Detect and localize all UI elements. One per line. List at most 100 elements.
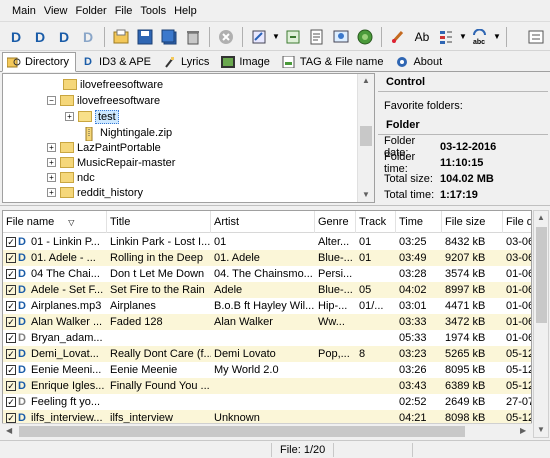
table-row[interactable]: ✓ D 04 The Chai... Don t Let Me Down 04. The… <box>3 266 531 282</box>
row-checkbox[interactable]: ✓ <box>6 269 16 279</box>
tree-item[interactable]: + ndc <box>47 170 95 185</box>
table-row[interactable]: ✓ D 01 - Linkin P... Linkin Park - Lost I..… <box>3 234 531 250</box>
tab-tag-file-name[interactable]: TAG & File name <box>277 53 391 71</box>
toolbar-separator <box>209 26 210 47</box>
panel-splitter[interactable] <box>0 205 550 209</box>
scroll-down-icon[interactable]: ▼ <box>537 425 545 434</box>
tab-about[interactable]: About <box>390 53 449 71</box>
column-header-file-name[interactable]: File name ▽ <box>3 211 107 233</box>
expand-icon[interactable]: + <box>47 173 56 182</box>
row-checkbox[interactable]: ✓ <box>6 381 16 391</box>
tab-id3-ape[interactable]: D ID3 & APE <box>76 53 158 71</box>
tree-item[interactable]: + MusicRepair-master <box>47 155 175 170</box>
menu-file[interactable]: File <box>111 5 137 17</box>
tab-directory[interactable]: Directory <box>2 52 77 72</box>
column-header-artist[interactable]: Artist <box>211 211 315 233</box>
row-checkbox[interactable]: ✓ <box>6 397 16 407</box>
favorite-folders-row[interactable]: Favorite folders: <box>378 98 548 114</box>
save-all-icon[interactable] <box>158 26 180 48</box>
column-header-track[interactable]: Track <box>356 211 396 233</box>
tree-item[interactable]: Nightingale.zip <box>83 125 172 141</box>
tab-lyrics[interactable]: Lyrics <box>158 53 216 71</box>
menu-folder[interactable]: Folder <box>72 5 111 17</box>
d-tag-outline-icon[interactable]: D <box>29 26 51 48</box>
column-header-file-size[interactable]: File size <box>442 211 503 233</box>
tree-item[interactable]: ilovefreesoftware <box>63 77 163 92</box>
menu-view[interactable]: View <box>40 5 72 17</box>
table-row[interactable]: ✓ D Adele - Set F... Set Fire to the Rain Ad… <box>3 282 531 298</box>
settings-icon[interactable] <box>525 26 547 48</box>
case-icon[interactable]: Ab <box>411 26 433 48</box>
menu-main[interactable]: Main <box>8 5 40 17</box>
row-checkbox[interactable]: ✓ <box>6 365 16 375</box>
row-checkbox[interactable]: ✓ <box>6 237 16 247</box>
row-checkbox[interactable]: ✓ <box>6 333 16 343</box>
column-header-title[interactable]: Title <box>107 211 211 233</box>
tree-item-selected[interactable]: + test <box>65 109 119 124</box>
column-header-time[interactable]: Time <box>396 211 442 233</box>
tag-edit-icon[interactable] <box>248 26 270 48</box>
column-header-genre[interactable]: Genre <box>315 211 356 233</box>
save-icon[interactable] <box>134 26 156 48</box>
table-row[interactable]: ✓ D Enrique Igles... Finally Found You ... 0… <box>3 378 531 394</box>
menu-help[interactable]: Help <box>170 5 201 17</box>
tree-scrollbar[interactable]: ▲ ▼ <box>357 74 374 202</box>
row-checkbox[interactable]: ✓ <box>6 349 16 359</box>
row-checkbox[interactable]: ✓ <box>6 317 16 327</box>
brush-icon[interactable] <box>387 26 409 48</box>
chevron-down-icon[interactable]: ▼ <box>271 32 281 41</box>
expand-icon[interactable]: + <box>47 158 56 167</box>
delete-icon[interactable] <box>182 26 204 48</box>
scroll-thumb[interactable] <box>19 426 465 437</box>
scroll-up-icon[interactable]: ▲ <box>362 76 370 85</box>
convert-case-icon[interactable]: abc <box>469 26 491 48</box>
file-list[interactable]: File name ▽ Title Artist Genre Track Time… <box>2 210 532 438</box>
collapse-icon[interactable]: − <box>47 96 56 105</box>
scroll-up-icon[interactable]: ▲ <box>537 213 545 222</box>
expand-icon[interactable]: + <box>47 188 56 197</box>
table-row[interactable]: ✓ D Airplanes.mp3 Airplanes B.o.B ft Hayley … <box>3 298 531 314</box>
table-row[interactable]: ✓D Feeling ft yo... 02:52 2649 kB 27-07- <box>3 394 531 410</box>
scroll-left-icon[interactable]: ◀ <box>6 426 12 435</box>
row-checkbox[interactable]: ✓ <box>6 253 16 263</box>
menu-tools[interactable]: Tools <box>136 5 170 17</box>
chevron-down-icon[interactable]: ▼ <box>492 32 502 41</box>
d-tag-icon[interactable]: D <box>5 26 27 48</box>
stop-icon[interactable] <box>215 26 237 48</box>
expand-icon[interactable]: + <box>65 112 74 121</box>
web-icon[interactable] <box>330 26 352 48</box>
export-icon[interactable] <box>282 26 304 48</box>
table-cell: Set Fire to the Rain <box>107 282 211 298</box>
row-checkbox[interactable]: ✓ <box>6 285 16 295</box>
file-list-vertical-scrollbar[interactable]: ▲ ▼ <box>533 210 549 438</box>
table-row[interactable]: ✓ D Eenie Meeni... Eenie Meenie My World 2.0… <box>3 362 531 378</box>
column-header-file-date[interactable]: File da <box>503 211 531 233</box>
toolbar-separator <box>104 26 105 47</box>
open-icon[interactable] <box>110 26 132 48</box>
numbering-icon[interactable] <box>435 26 457 48</box>
tree-item[interactable]: + LazPaintPortable <box>47 140 161 155</box>
text-file-icon[interactable] <box>306 26 328 48</box>
expand-icon[interactable]: + <box>47 143 56 152</box>
globe-icon[interactable] <box>354 26 376 48</box>
row-checkbox[interactable]: ✓ <box>6 301 16 311</box>
table-row[interactable]: ✓ D Demi_Lovat... Really Dont Care (f... Dem… <box>3 346 531 362</box>
chevron-down-icon[interactable]: ▼ <box>458 32 468 41</box>
tree-item[interactable]: + reddit_history <box>47 185 143 200</box>
scroll-down-icon[interactable]: ▼ <box>362 190 370 199</box>
folder-tree[interactable]: ilovefreesoftware − ilovefreesoftware + … <box>2 73 375 203</box>
file-list-horizontal-scrollbar[interactable]: ◀ ▶ <box>2 423 532 438</box>
d-tag-disabled-icon[interactable]: D <box>77 26 99 48</box>
table-cell: 5265 kB <box>442 346 503 362</box>
d-tag-filled-icon[interactable]: D <box>53 26 75 48</box>
table-row[interactable]: ✓ D 01. Adele - ... Rolling in the Deep 01. … <box>3 250 531 266</box>
table-row[interactable]: ✓D Bryan_adam... 05:33 1974 kB 01-06- <box>3 330 531 346</box>
scroll-thumb[interactable] <box>536 227 547 323</box>
scroll-right-icon[interactable]: ▶ <box>520 426 526 435</box>
table-row[interactable]: ✓ D Alan Walker ... Faded 128 Alan Walker Ww.… <box>3 314 531 330</box>
row-checkbox[interactable]: ✓ <box>6 413 16 423</box>
tree-item[interactable]: − ilovefreesoftware <box>47 93 160 108</box>
scroll-thumb[interactable] <box>360 126 372 146</box>
table-cell: 01 <box>356 234 396 250</box>
tab-image[interactable]: Image <box>216 53 277 71</box>
